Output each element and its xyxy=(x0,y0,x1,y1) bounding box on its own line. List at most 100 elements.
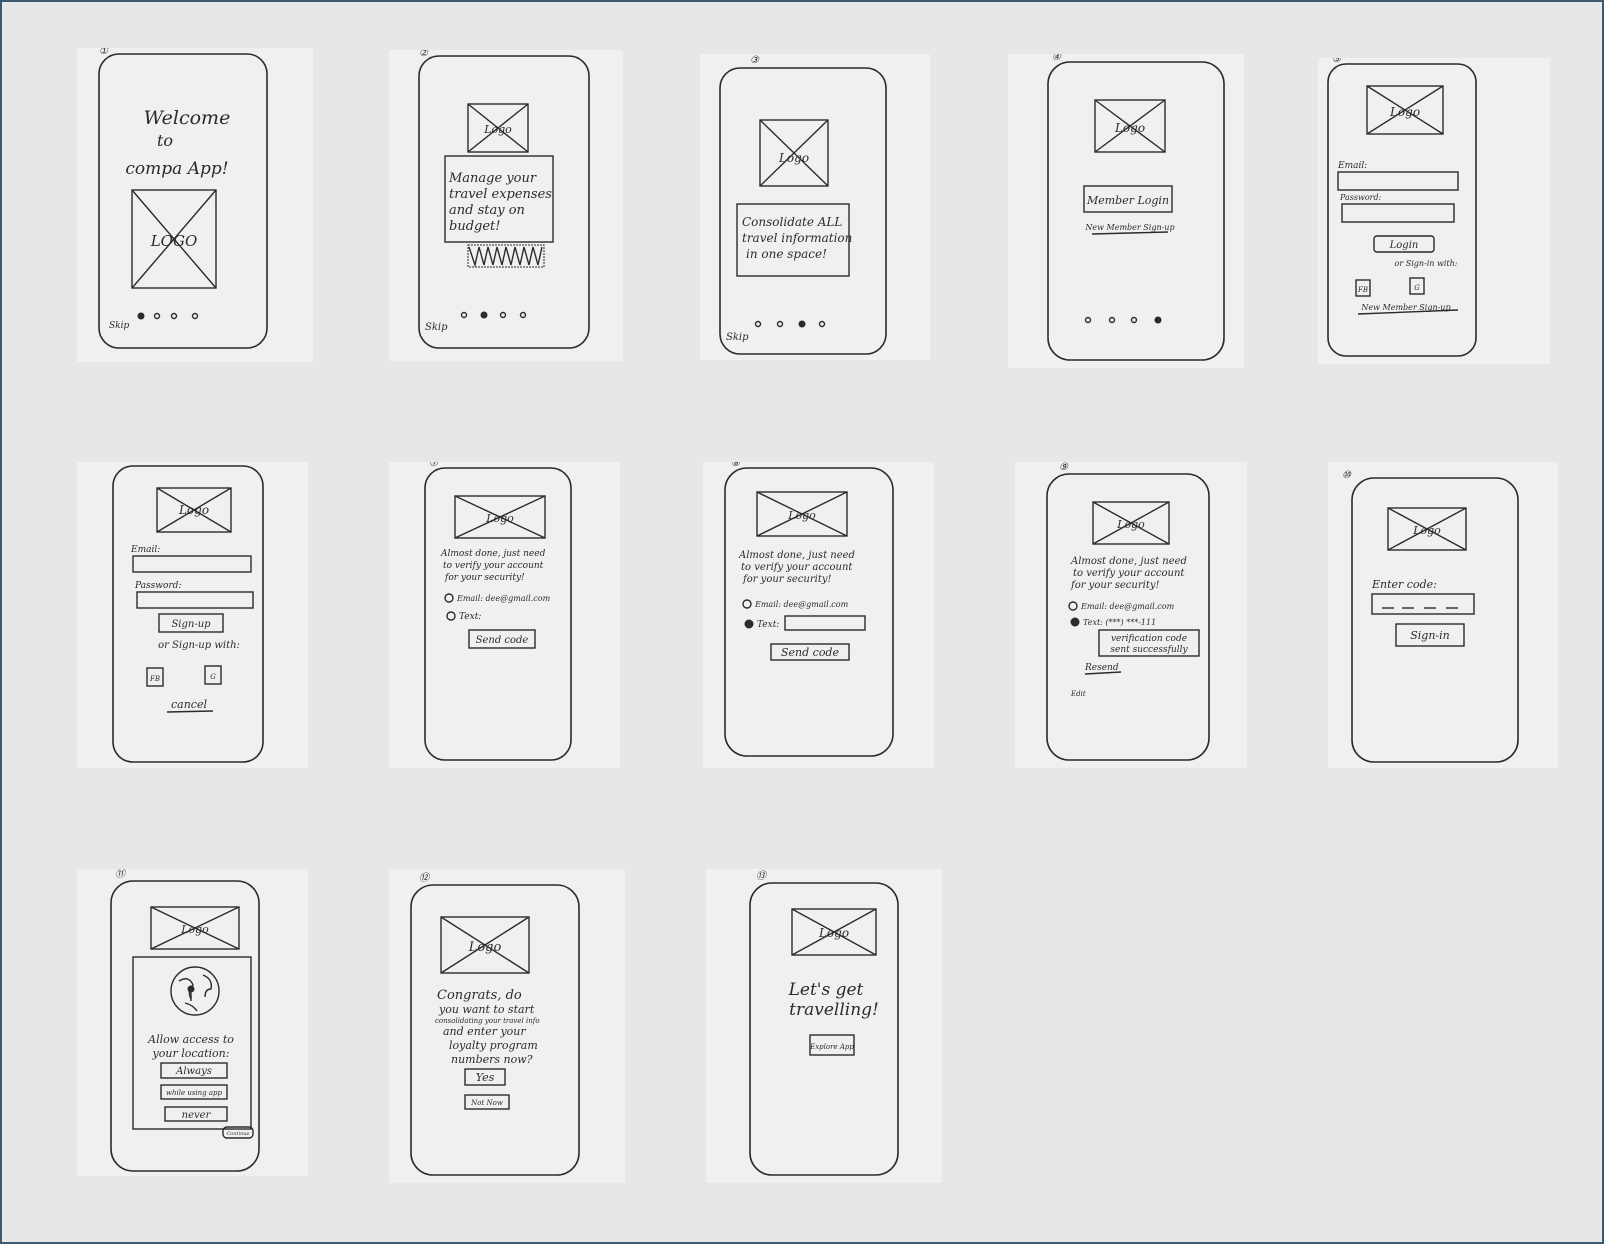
email-radio[interactable] xyxy=(1068,601,1078,611)
page-indicator xyxy=(460,311,527,319)
email-option-label: Email: dee@gmail.com xyxy=(754,600,849,609)
or-signup-with: or Sign-up with: xyxy=(158,640,240,651)
svg-text:Logo: Logo xyxy=(485,512,514,525)
member-login-label: Member Login xyxy=(1086,194,1169,207)
sketch-number: ⑬ xyxy=(756,870,768,882)
sketch-number: ④ xyxy=(1052,54,1062,63)
logo-placeholder: Logo xyxy=(1366,85,1444,135)
email-label: Email: xyxy=(1337,161,1367,171)
sketch-6-signup-form: Logo Email: Password: Sign-up or Sign-up… xyxy=(77,462,308,768)
sketch-12-loyalty-prompt: ⑫ Logo Congrats, do you want to start co… xyxy=(389,869,625,1183)
verify-text-line: Almost done, just need xyxy=(440,549,546,559)
verify-text-line: for your security! xyxy=(444,573,525,583)
text-option-label: Text: xyxy=(459,612,481,622)
svg-text:Logo: Logo xyxy=(778,151,809,165)
cancel-link[interactable]: cancel xyxy=(171,698,207,711)
page-indicator xyxy=(754,320,826,328)
explore-app-label: Explore App xyxy=(809,1043,854,1051)
sketch-number: ⑨ xyxy=(1059,462,1069,473)
svg-text:Logo: Logo xyxy=(483,123,512,136)
phone-outline xyxy=(1047,61,1225,361)
svg-text:Logo: Logo xyxy=(787,509,816,522)
welcome-app-name: compa App! xyxy=(125,159,228,179)
message-line: and stay on xyxy=(449,203,525,218)
location-prompt-line: Allow access to xyxy=(147,1033,234,1046)
signup-label: Sign-up xyxy=(171,619,211,630)
sketch-number: ⑦ xyxy=(429,462,439,469)
loyalty-prompt-line: consolidating your travel info xyxy=(435,1017,540,1025)
message-line: travel information xyxy=(742,231,852,245)
fb-label: FB xyxy=(149,675,160,683)
sketch-8-verify-text-selected: ⑧ Logo Almost done, just need to verify … xyxy=(703,462,934,768)
text-radio-selected[interactable] xyxy=(744,619,754,629)
code-input[interactable] xyxy=(1371,593,1475,615)
sketch-number: ⑧ xyxy=(731,462,741,469)
sketch-10-enter-code: ⑩ Logo Enter code: Sign-in xyxy=(1328,462,1558,768)
while-using-app-label: while using app xyxy=(166,1089,223,1097)
send-code-label: Send code xyxy=(781,646,839,659)
sketch-13-lets-get-travelling: ⑬ Logo Let's get travelling! Explore App xyxy=(706,869,942,1183)
email-field[interactable] xyxy=(1337,171,1459,191)
skip-link[interactable]: Skip xyxy=(726,332,749,343)
logo-placeholder: Logo xyxy=(756,491,848,537)
resend-link[interactable]: Resend xyxy=(1084,663,1119,673)
logo-placeholder: Logo xyxy=(440,916,530,974)
logo-placeholder: Logo xyxy=(467,103,529,153)
loyalty-prompt-line: Congrats, do xyxy=(437,988,522,1003)
yes-label: Yes xyxy=(476,1071,495,1084)
email-label: Email: xyxy=(130,545,160,555)
email-radio[interactable] xyxy=(444,593,454,603)
sign-in-label: Sign-in xyxy=(1410,629,1450,642)
email-radio[interactable] xyxy=(742,599,752,609)
loyalty-prompt-line: numbers now? xyxy=(451,1053,533,1066)
always-label: Always xyxy=(175,1066,212,1077)
svg-text:Logo: Logo xyxy=(1116,518,1145,531)
verify-text-line: to verify your account xyxy=(741,562,853,573)
logo-placeholder: Logo xyxy=(759,119,829,187)
g-label: G xyxy=(1414,284,1420,292)
new-member-signup-link[interactable]: New Member Sign-up xyxy=(1084,223,1174,232)
password-field[interactable] xyxy=(1341,203,1455,223)
phone-number-field[interactable] xyxy=(784,615,866,631)
sketch-number: ② xyxy=(419,50,429,59)
logo-placeholder: Logo xyxy=(1387,507,1467,551)
enter-code-label: Enter code: xyxy=(1371,578,1437,591)
logo-placeholder: LOGO xyxy=(131,189,217,289)
password-field[interactable] xyxy=(136,591,254,609)
message-line: Manage your xyxy=(448,171,537,186)
logo-placeholder: Logo xyxy=(1094,99,1166,153)
text-radio[interactable] xyxy=(446,611,456,621)
message-line: Consolidate ALL xyxy=(742,215,842,229)
logo-placeholder: Logo xyxy=(454,495,546,539)
sketch-number: ① xyxy=(99,48,109,57)
sketch-5-login-form: ⑤ Logo Email: Password: Login or Sign-in… xyxy=(1318,58,1550,364)
edit-link[interactable]: Edit xyxy=(1070,690,1086,698)
skip-link[interactable]: Skip xyxy=(109,321,129,331)
message-line: in one space! xyxy=(746,247,827,261)
never-label: never xyxy=(182,1110,212,1121)
email-field[interactable] xyxy=(132,555,252,573)
text-option-label: Text: xyxy=(757,620,779,630)
g-label: G xyxy=(210,673,216,681)
verify-text-line: for your security! xyxy=(742,574,832,585)
sketch-3-consolidate: ③ Logo Consolidate ALL travel informatio… xyxy=(700,54,930,360)
page-indicator xyxy=(137,312,199,320)
login-label: Login xyxy=(1389,240,1419,251)
loyalty-prompt-line: and enter your xyxy=(443,1025,526,1038)
code-sent-line: verification code xyxy=(1111,634,1187,644)
message-line: budget! xyxy=(449,219,500,234)
text-radio-selected[interactable] xyxy=(1070,617,1080,627)
page-indicator xyxy=(1084,316,1162,324)
verify-text-line: to verify your account xyxy=(1073,568,1185,579)
svg-text:LOGO: LOGO xyxy=(150,232,198,250)
sketch-2-manage-expenses: ② Logo Manage your travel expenses and s… xyxy=(389,50,623,361)
svg-text:Logo: Logo xyxy=(180,923,209,936)
logo-placeholder: Logo xyxy=(156,487,232,533)
continue-label: Continue xyxy=(226,1131,249,1137)
skip-link[interactable]: Skip xyxy=(425,322,448,333)
phone-outline xyxy=(1046,473,1210,761)
sketch-7-verify-account: ⑦ Logo Almost done, just need to verify … xyxy=(389,462,620,768)
or-signin-with: or Sign-in with: xyxy=(1395,259,1458,268)
loyalty-prompt-line: you want to start xyxy=(438,1003,535,1016)
sketch-11-location-access: ⑪ Logo Allow access to your location: Al… xyxy=(77,869,308,1176)
